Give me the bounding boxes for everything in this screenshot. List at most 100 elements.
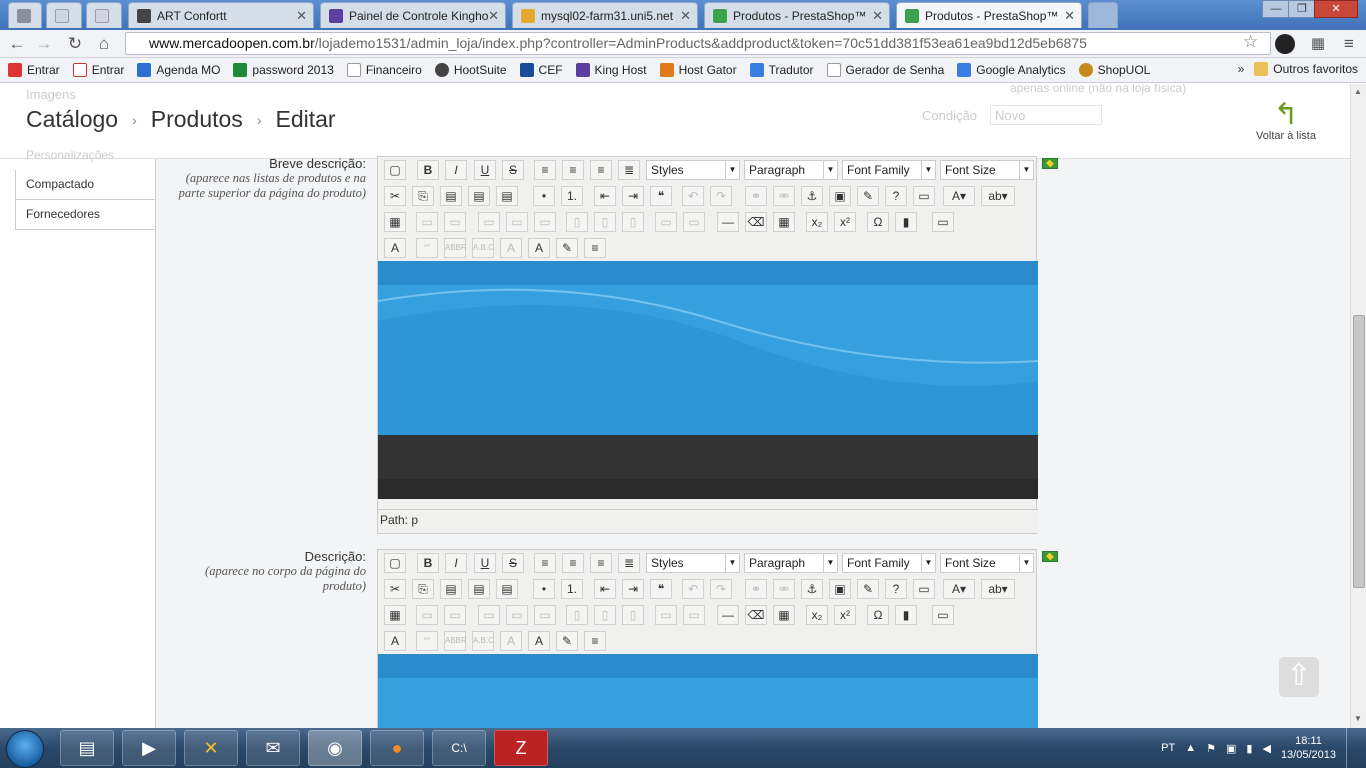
align-center-icon[interactable]: ≡ [562, 160, 584, 180]
bold-button[interactable]: B [417, 160, 439, 180]
superscript-icon[interactable]: x² [834, 212, 856, 232]
editor-content-image[interactable] [378, 654, 1038, 728]
tab-close-icon[interactable]: ✕ [296, 8, 307, 24]
filezilla-taskbar-icon[interactable]: Z [494, 730, 548, 766]
bookmark-item[interactable]: Gerador de Senha [826, 63, 944, 77]
tab-close-icon[interactable]: ✕ [1064, 8, 1075, 24]
highlight-color-icon[interactable]: ab▾ [981, 186, 1015, 206]
side-menu-item-fornecedores[interactable]: Fornecedores [15, 200, 156, 230]
back-to-list-button[interactable]: ↰ Voltar à lista [1256, 100, 1316, 143]
highlight-color-icon[interactable]: ab▾ [981, 579, 1015, 599]
html-source-icon[interactable]: ▭ [913, 186, 935, 206]
new-document-icon[interactable]: ▢ [384, 160, 406, 180]
superscript-icon[interactable]: x² [834, 605, 856, 625]
row-props-icon[interactable]: ▭ [416, 605, 438, 625]
attributes-icon[interactable]: ✎ [556, 238, 578, 258]
blockquote-icon[interactable]: ❝ [650, 186, 672, 206]
new-document-icon[interactable]: ▢ [384, 553, 406, 573]
bookmark-item[interactable]: password 2013 [233, 63, 334, 77]
col-before-icon[interactable]: ▯ [566, 605, 588, 625]
bookmark-item[interactable]: Google Analytics [957, 63, 1066, 77]
paste-word-icon[interactable]: ▤ [496, 579, 518, 599]
bookmark-item[interactable]: Entrar [8, 63, 60, 77]
tab-prestashop-active[interactable]: Produtos - PrestaShop™ ✕ [896, 2, 1082, 28]
bullet-list-icon[interactable]: • [533, 579, 555, 599]
fullscreen-icon[interactable]: ▭ [932, 212, 954, 232]
app-x-taskbar-icon[interactable]: ✕ [184, 730, 238, 766]
cite-icon[interactable]: “” [416, 238, 438, 258]
bookmark-item[interactable]: King Host [575, 63, 647, 77]
forward-arrow-icon[interactable]: → [33, 34, 55, 54]
insert-row-icon[interactable]: ▦ [384, 212, 406, 232]
align-right-icon[interactable]: ≡ [590, 160, 612, 180]
bold-button[interactable]: B [417, 553, 439, 573]
merge-cells-icon[interactable]: ▭ [683, 605, 705, 625]
cut-icon[interactable]: ✂ [384, 579, 406, 599]
bookmark-item[interactable]: Tradutor [749, 63, 814, 77]
font-size-dropdown[interactable]: Font Size ▼ [940, 160, 1034, 180]
split-cells-icon[interactable]: ▭ [655, 605, 677, 625]
breadcrumb-catalog[interactable]: Catálogo [26, 106, 118, 133]
cite-icon[interactable]: “” [416, 631, 438, 651]
media-player-taskbar-icon[interactable]: ▶ [122, 730, 176, 766]
special-char-icon[interactable]: Ω [867, 212, 889, 232]
new-tab-button[interactable] [1088, 2, 1118, 28]
bookmark-item[interactable]: ShopUOL [1078, 63, 1150, 77]
cleanup-icon[interactable]: ✎ [857, 579, 879, 599]
tab-kinghost[interactable]: Painel de Controle Kingho ✕ [320, 2, 506, 28]
tab-close-icon[interactable]: ✕ [488, 8, 499, 24]
scroll-to-top-button[interactable]: ⇧ [1279, 657, 1319, 697]
paste-word-icon[interactable]: ▤ [496, 186, 518, 206]
row-before-icon[interactable]: ▭ [478, 605, 500, 625]
unlink-icon[interactable]: ⚮ [773, 186, 795, 206]
delete-row-icon[interactable]: ▭ [534, 212, 556, 232]
tab-pinned-2[interactable] [46, 2, 82, 28]
delete-row-icon[interactable]: ▭ [534, 605, 556, 625]
strikethrough-button[interactable]: S [502, 160, 524, 180]
extension-icon[interactable] [1275, 34, 1295, 54]
cell-props-icon[interactable]: ▭ [444, 605, 466, 625]
table-icon[interactable]: ▦ [773, 605, 795, 625]
col-after-icon[interactable]: ▯ [594, 212, 616, 232]
unlink-icon[interactable]: ⚮ [773, 579, 795, 599]
table-icon[interactable]: ▦ [773, 212, 795, 232]
tray-expand-icon[interactable]: ▲ [1185, 742, 1196, 754]
copy-icon[interactable]: ⎘ [412, 579, 434, 599]
undo-icon[interactable]: ↶ [682, 186, 704, 206]
bookmark-item[interactable]: Host Gator [659, 63, 737, 77]
insert-row-icon[interactable]: ▦ [384, 605, 406, 625]
split-cells-icon[interactable]: ▭ [655, 212, 677, 232]
text-color-icon[interactable]: A▾ [943, 579, 975, 599]
extension-2-icon[interactable]: ▦ [1307, 34, 1329, 54]
media-icon[interactable]: ▮ [895, 212, 917, 232]
brazil-flag-icon[interactable] [1042, 551, 1058, 562]
outdent-icon[interactable]: ⇤ [594, 186, 616, 206]
cut-icon[interactable]: ✂ [384, 186, 406, 206]
text-color-icon[interactable]: A▾ [943, 186, 975, 206]
media-icon[interactable]: ▮ [895, 605, 917, 625]
paste-text-icon[interactable]: ▤ [468, 579, 490, 599]
tab-pinned-3[interactable] [86, 2, 122, 28]
help-icon[interactable]: ? [885, 579, 907, 599]
redo-icon[interactable]: ↷ [710, 579, 732, 599]
indent-icon[interactable]: ⇥ [622, 186, 644, 206]
scroll-up-arrow-icon[interactable]: ▲ [1354, 87, 1362, 96]
home-icon[interactable]: ⌂ [93, 34, 115, 54]
subscript-icon[interactable]: x₂ [806, 605, 828, 625]
italic-button[interactable]: I [445, 553, 467, 573]
image-icon[interactable]: ▣ [829, 186, 851, 206]
justify-icon[interactable]: ≣ [618, 160, 640, 180]
paste-text-icon[interactable]: ▤ [468, 186, 490, 206]
row-before-icon[interactable]: ▭ [478, 212, 500, 232]
visual-chars-icon[interactable]: ≡ [584, 631, 606, 651]
align-center-icon[interactable]: ≡ [562, 553, 584, 573]
help-icon[interactable]: ? [885, 186, 907, 206]
row-after-icon[interactable]: ▭ [506, 605, 528, 625]
side-menu-item-compactado[interactable]: Compactado [15, 170, 156, 200]
tab-phpmyadmin[interactable]: mysql02-farm31.uni5.net ✕ [512, 2, 698, 28]
merge-cells-icon[interactable]: ▭ [683, 212, 705, 232]
col-after-icon[interactable]: ▯ [594, 605, 616, 625]
close-window-button[interactable]: ✕ [1314, 0, 1358, 18]
redo-icon[interactable]: ↷ [710, 186, 732, 206]
row-props-icon[interactable]: ▭ [416, 212, 438, 232]
